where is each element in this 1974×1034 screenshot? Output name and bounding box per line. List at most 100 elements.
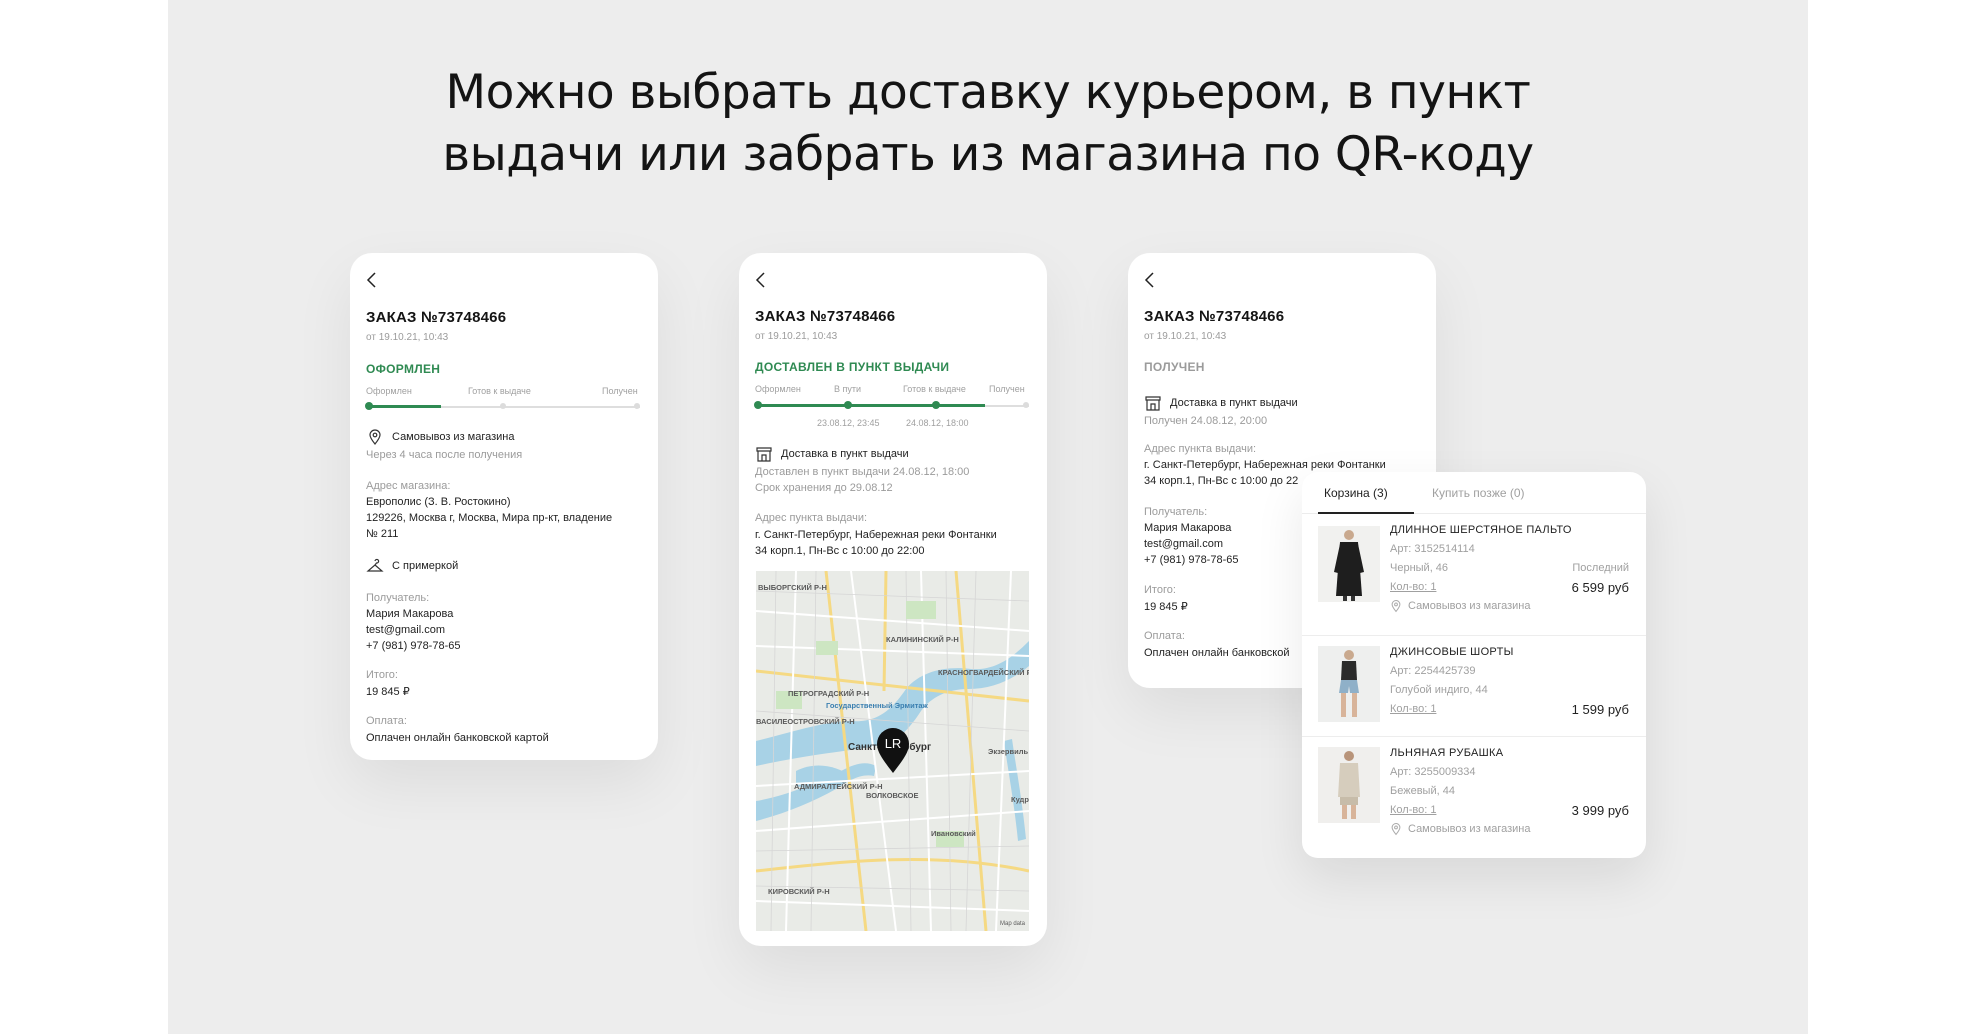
item-quantity-link[interactable]: Кол-во: 1: [1390, 804, 1436, 816]
item-price: 3 999 руб: [1571, 803, 1629, 818]
pickup-map[interactable]: ВЫБОРГСКИЙ Р-Н КАЛИНИНСКИЙ Р-Н КРАСНОГВА…: [756, 571, 1029, 931]
order-title: ЗАКАЗ №73748466: [1144, 308, 1285, 325]
address-label: Адрес пункта выдачи:: [1144, 443, 1257, 455]
delivery-note: Через 4 часа после получения: [366, 449, 523, 461]
address-line: г. Санкт-Петербург, Набережная реки Фонт…: [755, 529, 997, 541]
order-date: от 19.10.21, 10:43: [366, 332, 449, 343]
shirt-image: [1318, 747, 1380, 823]
step-label: В пути: [834, 384, 862, 394]
map-label: ВЫБОРГСКИЙ Р-Н: [758, 583, 827, 592]
map-label: Ивановский: [931, 829, 976, 838]
item-article: Арт: 3255009334: [1390, 766, 1476, 778]
total-label: Итого:: [1144, 584, 1176, 596]
item-price: 6 599 руб: [1571, 580, 1629, 595]
total-value: 19 845 ₽: [1144, 601, 1188, 613]
back-arrow-icon[interactable]: [1142, 271, 1158, 289]
item-article: Арт: 2254425739: [1390, 665, 1476, 677]
product-image: [1318, 646, 1380, 722]
hanger-icon: [366, 558, 384, 572]
step-date: 23.08.12, 23:45: [817, 418, 880, 428]
address-line: 34 корп.1, Пн-Вс с 10:00 до 22: [1144, 475, 1299, 487]
item-quantity-link[interactable]: Кол-во: 1: [1390, 703, 1436, 715]
map-label: Экзервиль: [988, 747, 1029, 756]
step-dot: [500, 403, 506, 409]
headline: Можно выбрать доставку курьером, в пункт…: [168, 62, 1808, 186]
item-name: ДЖИНСОВЫЕ ШОРТЫ: [1390, 646, 1514, 658]
recipient-name: Мария Макарова: [1144, 522, 1232, 534]
order-card-pickup-point: ЗАКАЗ №73748466 от 19.10.21, 10:43 ДОСТА…: [739, 253, 1047, 946]
item-article: Арт: 3152514114: [1390, 543, 1475, 555]
shorts-image: [1318, 646, 1380, 722]
location-pin-icon: [1391, 823, 1401, 836]
back-arrow-icon[interactable]: [364, 271, 380, 289]
last-item-badge: Последний: [1572, 562, 1629, 574]
map-label: ПЕТРОГРАДСКИЙ Р-Н: [788, 689, 870, 698]
delivery-method: Доставка в пункт выдачи: [781, 448, 909, 460]
headline-line-1: Можно выбрать доставку курьером, в пункт: [445, 65, 1531, 120]
step-dot: [1023, 402, 1029, 408]
location-pin-icon: [1391, 600, 1401, 613]
tab-buy-later[interactable]: Купить позже (0): [1432, 486, 1525, 500]
cart-panel: Корзина (3) Купить позже (0) ДЛИННОЕ ШЕР…: [1302, 472, 1646, 858]
delivered-note: Доставлен в пункт выдачи 24.08.12, 18:00: [755, 466, 970, 478]
item-color: Бежевый, 44: [1390, 785, 1455, 797]
order-status: ДОСТАВЛЕН В ПУНКТ ВЫДАЧИ: [755, 360, 950, 374]
map-label: КИРОВСКИЙ Р-Н: [768, 887, 830, 896]
step-dot: [932, 401, 940, 409]
step-dot: [754, 401, 762, 409]
delivery-method: Самовывоз из магазина: [392, 431, 515, 443]
address-label: Адрес пункта выдачи:: [755, 512, 868, 524]
recipient-label: Получатель:: [1144, 506, 1208, 518]
cart-tabs: Корзина (3) Купить позже (0): [1302, 472, 1646, 514]
item-pickup: Самовывоз из магазина: [1408, 823, 1531, 835]
item-quantity-link[interactable]: Кол-во: 1: [1390, 581, 1436, 593]
cart-item[interactable]: ДЖИНСОВЫЕ ШОРТЫ Арт: 2254425739 Голубой …: [1302, 636, 1646, 736]
order-date: от 19.10.21, 10:43: [1144, 331, 1227, 342]
store-icon: [1145, 396, 1161, 411]
recipient-email: test@gmail.com: [1144, 538, 1224, 550]
order-status: ОФОРМЛЕН: [366, 362, 441, 376]
payment-value: Оплачен онлайн банковской: [1144, 647, 1290, 659]
recipient-phone: +7 (981) 978-78-65: [366, 640, 461, 652]
presentation-slide: Можно выбрать доставку курьером, в пункт…: [168, 0, 1808, 1034]
tab-cart[interactable]: Корзина (3): [1324, 486, 1388, 500]
received-note: Получен 24.08.12, 20:00: [1144, 415, 1268, 427]
step-label: Оформлен: [755, 384, 801, 394]
order-card-pickup: ЗАКАЗ №73748466 от 19.10.21, 10:43 ОФОРМ…: [350, 253, 658, 760]
cart-item[interactable]: ЛЬНЯНАЯ РУБАШКА Арт: 3255009334 Бежевый,…: [1302, 737, 1646, 858]
step-dot: [844, 401, 852, 409]
step-date: 24.08.12, 18:00: [906, 418, 969, 428]
map-label: КРАСНОГВАРДЕЙСКИЙ Р: [938, 668, 1029, 677]
cart-item[interactable]: ДЛИННОЕ ШЕРСТЯНОЕ ПАЛЬТО Арт: 3152514114…: [1302, 514, 1646, 635]
address-line: 34 корп.1, Пн-Вс с 10:00 до 22:00: [755, 545, 925, 557]
step-dot: [365, 402, 373, 410]
item-color: Голубой индиго, 44: [1390, 684, 1488, 696]
back-arrow-icon[interactable]: [753, 271, 769, 289]
map-attribution: Map data: [1000, 921, 1026, 927]
step-label: Получен: [602, 386, 638, 396]
step-label: Готов к выдаче: [903, 384, 966, 394]
recipient-name: Мария Макарова: [366, 608, 454, 620]
address-line: Европолис (З. В. Ростокино): [366, 496, 511, 508]
fitting-option: С примеркой: [392, 560, 459, 572]
map-label: АДМИРАЛТЕЙСКИЙ Р-Н: [794, 782, 883, 791]
delivery-method: Доставка в пункт выдачи: [1170, 397, 1298, 409]
payment-label: Оплата:: [366, 715, 407, 727]
progress-fill: [368, 405, 441, 408]
total-label: Итого:: [366, 669, 398, 681]
product-image: [1318, 747, 1380, 823]
step-label: Готов к выдаче: [468, 386, 531, 396]
total-value: 19 845 ₽: [366, 686, 410, 698]
recipient-label: Получатель:: [366, 592, 430, 604]
progress-fill: [757, 404, 985, 407]
address-line: 129226, Москва г, Москва, Мира пр-кт, вл…: [366, 512, 613, 524]
recipient-phone: +7 (981) 978-78-65: [1144, 554, 1239, 566]
headline-line-2: выдачи или забрать из магазина по QR-код…: [442, 127, 1534, 182]
item-name: ЛЬНЯНАЯ РУБАШКА: [1390, 747, 1504, 759]
map-label: Государственный Эрмитаж: [826, 701, 928, 710]
store-pin-label: LR: [884, 736, 902, 751]
item-price: 1 599 руб: [1571, 702, 1629, 717]
address-line: № 211: [366, 528, 399, 540]
order-title: ЗАКАЗ №73748466: [755, 308, 896, 325]
order-status: ПОЛУЧЕН: [1144, 360, 1205, 374]
